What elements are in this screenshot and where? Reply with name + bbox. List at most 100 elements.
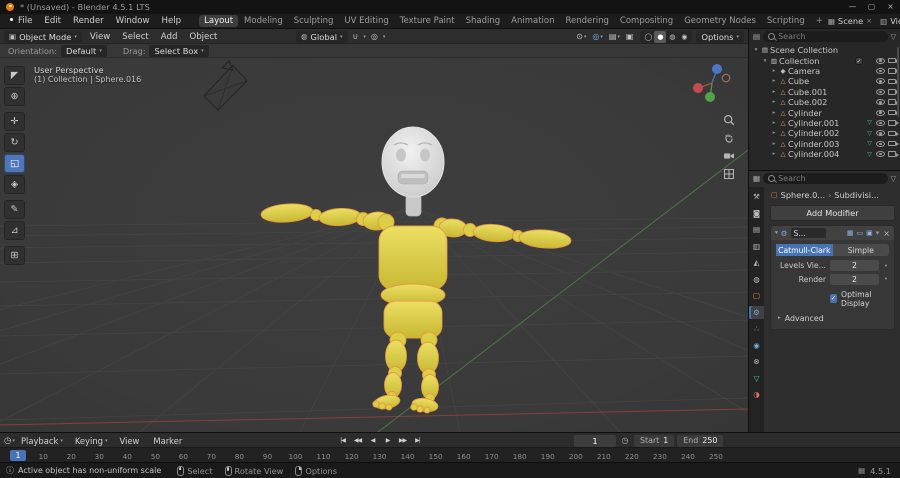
modifier-toggle-icon[interactable]: ▦ (847, 229, 854, 237)
expand-arrow-icon[interactable]: ▸ (770, 89, 778, 95)
search-input[interactable] (778, 32, 883, 41)
animate-dot-icon[interactable]: • (883, 275, 889, 283)
character-mannequin[interactable] (260, 126, 572, 414)
viewlayer-name[interactable]: ViewLayer (890, 16, 900, 26)
close-button[interactable]: × (881, 0, 900, 14)
viewport-menu-item[interactable]: Select (116, 32, 155, 42)
item-name[interactable]: Cube.001 (788, 87, 827, 97)
tool-button[interactable]: ↻ (4, 133, 25, 152)
preview-range-clock-icon[interactable]: ◷ (619, 436, 631, 445)
system-status-icon[interactable]: ▦ (858, 466, 865, 475)
item-name[interactable]: Cylinder.001 (788, 118, 839, 128)
item-name[interactable]: Collection (779, 56, 820, 66)
properties-tab[interactable]: ◑ (749, 388, 764, 401)
workspace-tab[interactable]: Animation (506, 15, 559, 27)
workspace-tab[interactable]: Modeling (239, 15, 288, 27)
current-frame-field[interactable]: 1 (574, 434, 616, 447)
modifier-toggle-icon[interactable]: ▣ (866, 229, 873, 237)
header-toggle-button[interactable]: ◎ ▾ (590, 31, 605, 43)
navigation-gizmo[interactable] (690, 61, 734, 105)
properties-tab[interactable]: ⊗ (749, 355, 764, 368)
workspace-tab[interactable]: Scripting (762, 15, 810, 27)
hide-in-viewport-eye-icon[interactable] (876, 140, 885, 147)
hide-in-viewport-eye-icon[interactable] (876, 57, 885, 64)
disable-in-render-camera-icon[interactable] (888, 99, 899, 105)
expand-arrow-icon[interactable]: ▾ (761, 58, 769, 64)
breadcrumb-object[interactable]: Sphere.0... (781, 190, 825, 200)
item-name[interactable]: Scene Collection (770, 45, 838, 55)
search-input[interactable] (778, 174, 883, 183)
outliner-search[interactable] (763, 31, 888, 42)
modifier-name-field[interactable]: S... (790, 228, 826, 238)
hide-in-viewport-eye-icon[interactable] (876, 99, 885, 106)
hide-in-viewport-eye-icon[interactable] (876, 67, 885, 74)
expand-arrow-icon[interactable]: ▸ (770, 110, 778, 116)
tool-button[interactable]: ⊿ (4, 221, 25, 240)
advanced-section[interactable]: ▸ Advanced (776, 314, 889, 323)
item-name[interactable]: Camera (788, 66, 820, 76)
breadcrumb-context[interactable]: Subdivisi... (834, 190, 879, 200)
item-name[interactable]: Cylinder.003 (788, 139, 839, 149)
camera-view-icon[interactable] (723, 150, 735, 162)
display-mode-icon[interactable]: ▤ (753, 32, 760, 41)
outliner-row[interactable]: ▾ ▥ Collection ✓ (749, 55, 900, 66)
properties-tab[interactable]: ◉ (749, 339, 764, 352)
outliner-row[interactable]: ▾ ▤ Scene Collection (749, 45, 900, 55)
transport-button[interactable]: ◀◀ (351, 434, 364, 446)
viewport-menu-item[interactable]: Object (183, 32, 223, 42)
menu-item[interactable]: Window (110, 16, 156, 26)
playhead-current-frame[interactable]: 1 (10, 450, 26, 461)
properties-tab[interactable]: ◙ (749, 207, 764, 220)
header-toggle-button[interactable]: ▤ ▾ (607, 31, 622, 43)
menu-item[interactable]: File (12, 16, 38, 26)
tool-button[interactable]: ◱ (4, 154, 25, 173)
transport-button[interactable]: ▶▶ (396, 434, 409, 446)
proportional-edit-icon[interactable]: ◎ (369, 32, 380, 41)
modifier-toggle-icon[interactable]: ▾ (876, 229, 880, 237)
remove-modifier-icon[interactable]: × (883, 229, 890, 238)
expand-arrow-icon[interactable]: ▾ (752, 47, 760, 53)
transport-button[interactable]: ▶ (381, 434, 394, 446)
workspace-tab[interactable]: Texture Paint (395, 15, 460, 27)
workspace-tab[interactable]: Layout (199, 15, 239, 27)
tool-button[interactable]: ◤ (4, 66, 25, 85)
item-name[interactable]: Cylinder.002 (788, 128, 839, 138)
timeline-menu-item[interactable]: Marker (147, 436, 190, 446)
workspace-tab[interactable]: UV Editing (339, 15, 393, 27)
frame-end-field[interactable]: End 250 (677, 434, 724, 447)
disable-in-render-camera-icon[interactable] (888, 151, 899, 157)
disable-in-render-camera-icon[interactable] (888, 140, 899, 147)
shading-mode-button[interactable]: ◯ (642, 31, 654, 43)
modifier-header[interactable]: ▾ ⚙ S... ▦ ▭ ▣ ▾ × (771, 226, 894, 240)
timeline-menu-item[interactable]: Playback ▾ (15, 436, 69, 446)
viewport-menu-item[interactable]: Add (155, 32, 184, 42)
menu-item[interactable]: Help (156, 16, 188, 26)
expand-arrow-icon[interactable]: ▸ (770, 130, 778, 136)
disable-in-render-camera-icon[interactable] (888, 120, 899, 126)
properties-tab[interactable]: ◍ (749, 273, 764, 286)
transport-button[interactable]: |◀ (336, 434, 349, 446)
snap-dropdown-icon[interactable]: ▾ (363, 34, 366, 40)
tool-button[interactable]: ⊕ (4, 87, 25, 106)
outliner-row[interactable]: ▸ △ Cylinder.003 ▽ (749, 139, 900, 149)
hide-in-viewport-eye-icon[interactable] (876, 151, 885, 158)
header-toggle-button[interactable]: ⊙ ▾ (574, 31, 588, 43)
workspace-tab[interactable]: Geometry Nodes (679, 15, 761, 27)
properties-tab[interactable]: ▽ (749, 372, 764, 385)
expand-arrow-icon[interactable]: ▸ (770, 78, 778, 84)
drag-value-dropdown[interactable]: Select Box ▾ (149, 44, 209, 57)
expand-arrow-icon[interactable]: ▸ (770, 141, 778, 147)
animate-dot-icon[interactable]: • (883, 262, 889, 270)
properties-tab[interactable]: ⚙ (749, 305, 764, 319)
pan-hand-icon[interactable] (723, 132, 735, 144)
properties-tab[interactable]: ∴ (749, 322, 764, 335)
outliner-row[interactable]: ▸ △ Cylinder (749, 107, 900, 118)
menu-item[interactable]: Edit (38, 16, 67, 26)
tool-button[interactable]: ✎ (4, 200, 25, 219)
expand-arrow-icon[interactable]: ▸ (770, 120, 778, 126)
hide-in-viewport-eye-icon[interactable] (876, 109, 885, 116)
toggle-perspective-grid-icon[interactable] (723, 168, 735, 180)
tool-button[interactable]: ⊞ (4, 246, 25, 265)
disable-in-render-camera-icon[interactable] (888, 130, 899, 137)
frame-start-field[interactable]: Start 1 (634, 434, 675, 447)
